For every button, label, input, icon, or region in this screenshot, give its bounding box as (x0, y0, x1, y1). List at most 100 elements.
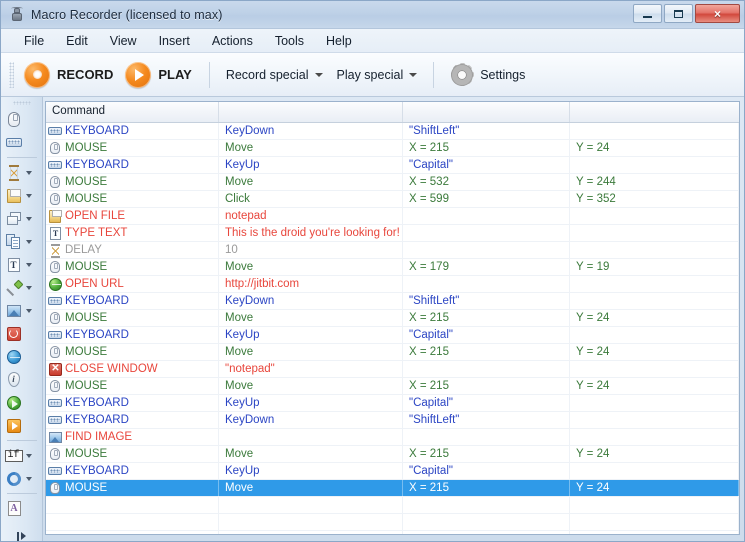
menu-tools[interactable]: Tools (264, 31, 315, 51)
rail-item-text[interactable]: A (2, 497, 42, 520)
menu-help[interactable]: Help (315, 31, 363, 51)
keyboard-icon (48, 328, 63, 343)
close-button[interactable]: × (695, 4, 740, 23)
rail-item-run[interactable] (2, 414, 42, 437)
rail-item-delay[interactable] (2, 161, 42, 184)
cell-action: Move (219, 173, 403, 191)
record-button[interactable]: RECORD (20, 59, 121, 91)
menu-view[interactable]: View (99, 31, 148, 51)
table-row[interactable]: MOUSE Move X = 215 Y = 24 (46, 445, 739, 463)
menu-edit[interactable]: Edit (55, 31, 99, 51)
table-row[interactable]: KEYBOARD KeyDown "ShiftLeft" (46, 123, 739, 140)
rail-item-window[interactable] (2, 207, 42, 230)
table-row[interactable]: MOUSE Move X = 215 Y = 24 (46, 343, 739, 361)
chevron-down-icon[interactable] (25, 285, 32, 290)
rail-overflow-button[interactable] (1, 532, 42, 541)
rail-item-stop[interactable] (2, 322, 42, 345)
maximize-icon (674, 9, 683, 18)
menu-file[interactable]: File (13, 31, 55, 51)
table-row[interactable]: OPEN URL http://jitbit.com (46, 275, 739, 293)
rail-separator-2 (6, 440, 37, 441)
chevron-down-icon[interactable] (25, 476, 32, 481)
chevron-down-icon (314, 72, 323, 77)
table-row[interactable]: KEYBOARD KeyUp "Capital" (46, 156, 739, 174)
cell-action: 10 (219, 241, 403, 259)
table-row[interactable]: MOUSE Move X = 215 Y = 24 (46, 479, 739, 497)
table-row[interactable]: KEYBOARD KeyUp "Capital" (46, 326, 739, 344)
rail-item-info[interactable]: i (2, 368, 42, 391)
table-row[interactable]: FIND IMAGE (46, 428, 739, 446)
table-row[interactable]: OPEN FILE notepad (46, 207, 739, 225)
rail-item-loop[interactable] (2, 467, 42, 490)
column-header-2[interactable] (219, 102, 403, 122)
chevron-down-icon[interactable] (25, 262, 32, 267)
chevron-down-icon[interactable] (25, 308, 32, 313)
empty-row[interactable] (46, 514, 739, 531)
rail-item-keyboard[interactable] (2, 131, 42, 154)
empty-row[interactable] (46, 497, 739, 514)
table-row[interactable]: KEYBOARD KeyDown "ShiftLeft" (46, 411, 739, 429)
table-row[interactable]: MOUSE Move X = 215 Y = 24 (46, 139, 739, 157)
command-label: TYPE TEXT (65, 226, 128, 239)
table-row[interactable]: T TYPE TEXT This is the droid you're looki… (46, 224, 739, 242)
main-body: T i if A Command KEYBOARD KeyDown "Shift… (1, 97, 744, 541)
chevron-down-icon[interactable] (25, 453, 32, 458)
cell-action: Move (219, 258, 403, 276)
record-special-button[interactable]: Record special (219, 64, 330, 86)
chevron-down-icon[interactable] (25, 239, 32, 244)
play-button[interactable]: PLAY (121, 59, 199, 91)
rail-item-find-image[interactable] (2, 299, 42, 322)
play-label: PLAY (158, 67, 192, 82)
settings-button[interactable]: Settings (443, 59, 532, 91)
toolbar-grip[interactable] (9, 61, 14, 88)
chevron-down-icon[interactable] (25, 170, 32, 175)
table-row[interactable]: KEYBOARD KeyUp "Capital" (46, 394, 739, 412)
rail-item-copy[interactable] (2, 230, 42, 253)
maximize-button[interactable] (664, 4, 693, 23)
gear-icon (450, 63, 474, 87)
cell-command: OPEN FILE (46, 207, 219, 225)
table-row[interactable]: KEYBOARD KeyUp "Capital" (46, 462, 739, 480)
table-row[interactable]: ✕ CLOSE WINDOW "notepad" (46, 360, 739, 378)
cell-param1: X = 215 (403, 309, 570, 327)
column-header-3[interactable] (403, 102, 570, 122)
rail-item-mouse[interactable] (2, 108, 42, 131)
table-row[interactable]: MOUSE Click X = 599 Y = 352 (46, 190, 739, 208)
column-header-4[interactable] (570, 102, 739, 122)
cell-action: notepad (219, 207, 403, 225)
cell-param1 (403, 428, 570, 446)
menu-actions[interactable]: Actions (201, 31, 264, 51)
toolbar-separator-2 (433, 61, 435, 88)
table-row[interactable]: MOUSE Move X = 215 Y = 24 (46, 377, 739, 395)
cell-action: This is the droid you're looking for! (219, 224, 403, 242)
table-row[interactable]: MOUSE Move X = 215 Y = 24 (46, 309, 739, 327)
rail-item-open-url[interactable] (2, 391, 42, 414)
column-header-command[interactable]: Command (46, 102, 219, 122)
table-row[interactable]: DELAY 10 (46, 241, 739, 259)
empty-row[interactable] (46, 531, 739, 534)
cell-param1: X = 179 (403, 258, 570, 276)
table-row[interactable]: MOUSE Move X = 532 Y = 244 (46, 173, 739, 191)
rail-item-color-picker[interactable] (2, 276, 42, 299)
table-row[interactable]: MOUSE Move X = 179 Y = 19 (46, 258, 739, 276)
blue-globe-icon (5, 348, 23, 366)
command-label: KEYBOARD (65, 413, 129, 426)
rail-item-type-text[interactable]: T (2, 253, 42, 276)
mouse-icon (48, 260, 63, 275)
rail-item-open-file[interactable] (2, 184, 42, 207)
if-icon: if (4, 447, 23, 465)
cell-command: KEYBOARD (46, 292, 219, 310)
run-icon (5, 417, 23, 435)
chevron-down-icon[interactable] (25, 216, 32, 221)
rail-item-if[interactable]: if (2, 444, 42, 467)
table-row[interactable]: KEYBOARD KeyDown "ShiftLeft" (46, 292, 739, 310)
chevron-down-icon[interactable] (25, 193, 32, 198)
menu-insert[interactable]: Insert (148, 31, 201, 51)
green-globe-icon (5, 394, 23, 412)
play-special-button[interactable]: Play special (330, 64, 425, 86)
rail-item-blue-globe[interactable] (2, 345, 42, 368)
keyboard-icon (5, 134, 23, 152)
rail-grip[interactable] (12, 101, 31, 105)
cell-command: DELAY (46, 241, 219, 259)
minimize-button[interactable] (633, 4, 662, 23)
